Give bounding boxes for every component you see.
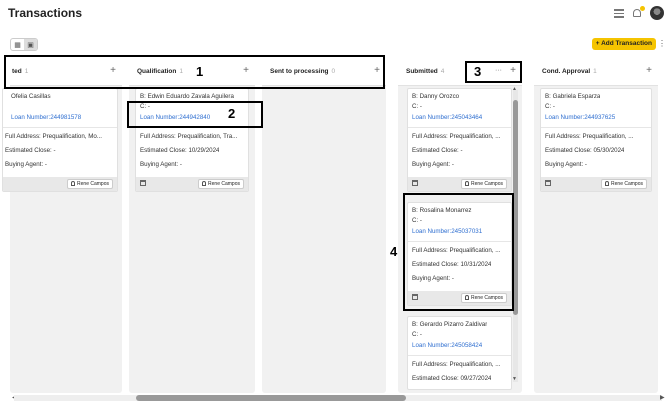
annotation-number-2: 2 <box>228 106 236 121</box>
notification-badge <box>640 5 645 11</box>
avatar[interactable] <box>650 6 664 20</box>
annotation-box-2 <box>127 101 263 128</box>
bell-icon[interactable] <box>632 5 645 19</box>
annotation-number-3: 3 <box>474 64 482 79</box>
top-icons <box>614 5 664 20</box>
board-view-icon[interactable]: ▣ <box>24 39 37 50</box>
add-transaction-button[interactable]: + Add Transaction <box>591 38 656 50</box>
more-options-icon[interactable]: ⋮ <box>658 38 666 50</box>
scroll-down-icon[interactable]: ▼ <box>512 376 517 382</box>
top-bar: Transactions <box>0 0 670 28</box>
annotation-box-4 <box>403 193 514 311</box>
agent-chip[interactable]: Rene Campos <box>67 179 113 189</box>
list-icon[interactable] <box>614 8 624 18</box>
annotation-number-4: 4 <box>390 244 398 259</box>
scroll-right-icon[interactable]: ▶ <box>660 394 665 401</box>
column-title: Cond. Approval 1 <box>542 68 597 75</box>
view-toggle[interactable]: ▦ ▣ <box>10 38 38 51</box>
transaction-card[interactable]: B: Gerardo Pizarro Zaldivar C: - Loan Nu… <box>407 316 512 390</box>
agent-chip[interactable]: Rene Campos <box>461 179 507 189</box>
person-icon <box>605 181 610 186</box>
transaction-card[interactable]: B: Gabriela Esparza C: - Loan Number:244… <box>540 88 652 192</box>
toolbar: ▦ ▣ + Add Transaction ⋮ <box>0 36 670 54</box>
column-title: Submitted 4 <box>406 68 445 75</box>
kanban-board: ted 1 + Ofelia Casillas Loan Number:24498… <box>0 58 670 393</box>
loan-number-link[interactable]: Loan Number:245043464 <box>412 114 482 121</box>
loan-number-link[interactable]: Loan Number:245058424 <box>412 342 482 349</box>
page-title: Transactions <box>8 6 83 20</box>
loan-number-link[interactable]: Loan Number:244937625 <box>545 114 615 121</box>
annotation-box-1 <box>4 55 385 89</box>
transaction-card[interactable]: B: Danny Orozco C: - Loan Number:2450434… <box>407 88 512 192</box>
person-icon <box>71 181 76 186</box>
add-card-button[interactable]: + <box>646 65 652 76</box>
calendar-icon[interactable] <box>412 180 418 186</box>
board-scrollbar[interactable] <box>14 395 662 401</box>
card-footer: Rene Campos <box>541 177 651 191</box>
column-header: Cond. Approval 1 + <box>534 58 658 86</box>
column-started: ted 1 + Ofelia Casillas Loan Number:24498… <box>2 58 122 393</box>
transaction-card[interactable]: Ofelia Casillas Loan Number:244981578 Fu… <box>2 88 118 192</box>
column-cond-approval: Cond. Approval 1 + B: Gabriela Esparza C:… <box>534 58 658 393</box>
card-footer: Rene Campos <box>136 177 248 191</box>
person-icon <box>465 181 470 186</box>
loan-number-link[interactable]: Loan Number:244981578 <box>11 114 81 121</box>
agent-chip[interactable]: Rene Campos <box>601 179 647 189</box>
card-footer: Rene Campos <box>408 177 511 191</box>
scrollbar-thumb[interactable] <box>136 395 406 401</box>
annotation-number-1: 1 <box>196 64 204 79</box>
table-view-icon[interactable]: ▦ <box>11 39 24 50</box>
calendar-icon[interactable] <box>545 180 551 186</box>
person-icon <box>202 181 207 186</box>
column-sent-to-processing: Sent to processing 0 + <box>262 58 386 393</box>
agent-chip[interactable]: Rene Campos <box>198 179 244 189</box>
card-footer: Rene Campos <box>3 177 117 191</box>
calendar-icon[interactable] <box>140 180 146 186</box>
scroll-up-icon[interactable]: ▲ <box>512 86 517 92</box>
